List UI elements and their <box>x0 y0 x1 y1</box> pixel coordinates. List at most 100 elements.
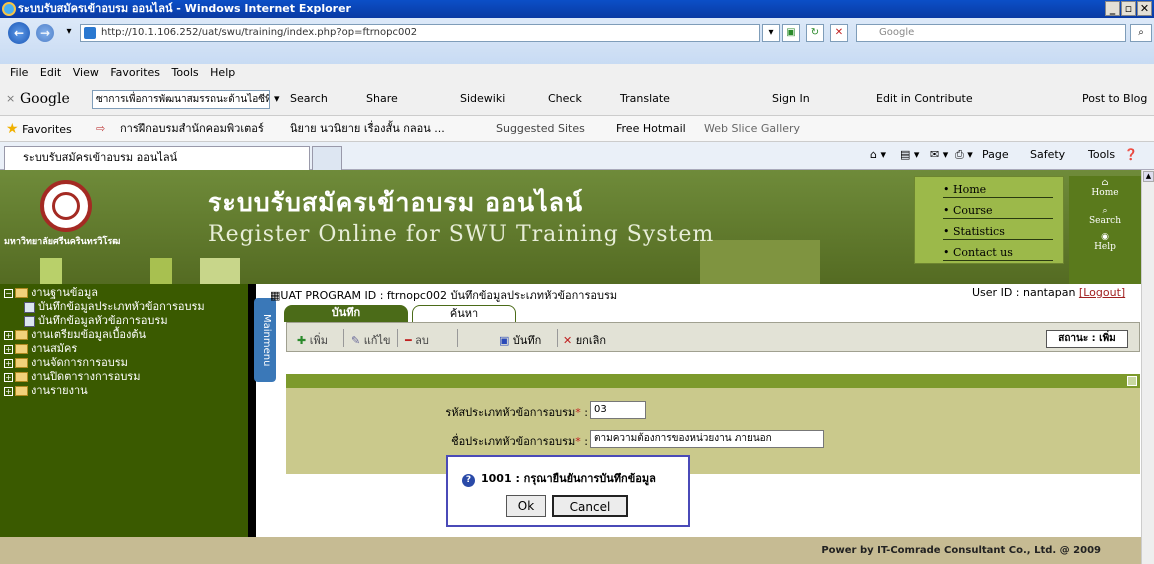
share-button[interactable]: Share <box>366 92 398 105</box>
tree-item-topic[interactable]: บันทึกข้อมูลหัวข้อการอบรม <box>24 314 168 327</box>
menu-file[interactable]: File <box>10 66 28 79</box>
record-toolbar: ✚ เพิ่ม ✎ แก้ไข ━ ลบ ▣ บันทึก ✕ ยกเลิก <box>286 322 1140 352</box>
nav-contact[interactable]: Contact us <box>943 246 1053 261</box>
restore-button[interactable]: ▫ <box>1121 1 1136 16</box>
translate-button[interactable]: Translate <box>620 92 670 105</box>
expand-icon[interactable]: + <box>4 386 13 396</box>
delete-button[interactable]: ━ ลบ <box>405 331 429 349</box>
menu-bar: File Edit View Favorites Tools Help <box>0 64 1154 82</box>
home-link[interactable]: ⌂ Home <box>1079 178 1131 198</box>
history-dropdown-icon[interactable]: ▾ <box>60 24 78 42</box>
dialog-cancel-button[interactable]: Cancel <box>552 495 628 517</box>
pencil-icon: ✎ <box>351 334 361 347</box>
forward-button[interactable]: → <box>36 24 54 42</box>
header-decoration <box>700 240 820 284</box>
google-search-dropdown-icon[interactable]: ▾ <box>274 92 280 105</box>
menu-edit[interactable]: Edit <box>40 66 61 79</box>
google-search-input[interactable]: ซาการเพื่อการพัฒนาสมรรถนะด้านไอซีที ครั้… <box>92 90 270 109</box>
tree-item-report[interactable]: + งานรายงาน <box>4 384 88 397</box>
program-header: ▦UAT PROGRAM ID : ftrnopc002 บันทึกข้อมู… <box>270 289 618 302</box>
fav-link-4[interactable]: Free Hotmail <box>616 116 686 142</box>
help-circle-icon: ◉ <box>1101 232 1109 242</box>
expand-icon[interactable]: + <box>4 372 13 382</box>
post-to-blog-button[interactable]: Post to Blog <box>1082 92 1147 105</box>
collapse-panel-icon[interactable] <box>1127 376 1137 386</box>
scroll-up-icon[interactable]: ▲ <box>1143 171 1154 182</box>
expand-icon[interactable]: + <box>4 330 13 340</box>
stop-icon[interactable]: ✕ <box>830 24 848 42</box>
folder-icon <box>15 386 28 396</box>
plus-icon: ✚ <box>297 334 307 347</box>
tools-menu[interactable]: Tools <box>1088 148 1115 161</box>
url-field[interactable]: http://10.1.106.252/uat/swu/training/ind… <box>80 24 760 42</box>
tree-item-database[interactable]: − งานฐานข้อมูล <box>4 286 98 299</box>
search-link[interactable]: ⌕ Search <box>1079 206 1131 226</box>
folder-icon <box>15 372 28 382</box>
collapse-icon[interactable]: − <box>4 288 13 298</box>
save-button[interactable]: ▣ บันทึก <box>499 331 541 349</box>
check-button[interactable]: Check <box>548 92 582 105</box>
status-indicator: สถานะ : เพิ่ม <box>1046 330 1128 348</box>
close-button[interactable]: ✕ <box>1137 1 1152 16</box>
close-toolbar-icon[interactable]: × <box>6 92 15 105</box>
fav-link-5[interactable]: Web Slice Gallery <box>704 116 800 142</box>
safety-menu[interactable]: Safety <box>1030 148 1065 161</box>
tree-item-close[interactable]: + งานปิดตารางการอบรม <box>4 370 140 383</box>
tab-save[interactable]: บันทึก <box>284 305 408 322</box>
url-dropdown-icon[interactable]: ▾ <box>762 24 780 42</box>
dialog-ok-button[interactable]: Ok <box>506 495 546 517</box>
fav-link-3[interactable]: Suggested Sites <box>496 116 585 142</box>
search-input[interactable]: Google <box>856 24 1126 42</box>
feeds-icon[interactable]: ▤ ▾ <box>900 148 919 161</box>
tab-search[interactable]: ค้นหา <box>412 305 516 322</box>
confirm-dialog: ? 1001 : กรุณายืนยันการบันทึกข้อมูล Ok Ca… <box>446 455 690 527</box>
nav-home[interactable]: Home <box>943 183 1053 198</box>
nav-statistics[interactable]: Statistics <box>943 225 1053 240</box>
print-icon[interactable]: ⎙ ▾ <box>955 148 973 162</box>
new-tab-button[interactable] <box>312 146 342 170</box>
home-icon[interactable]: ⌂ ▾ <box>870 148 886 161</box>
menu-help[interactable]: Help <box>210 66 235 79</box>
sign-in-button[interactable]: Sign In <box>772 92 810 105</box>
expand-icon[interactable]: + <box>4 344 13 354</box>
fav-link-2[interactable]: นิยาย นวนิยาย เรื่องสั้น กลอน ... <box>290 116 445 142</box>
edit-in-contribute-button[interactable]: Edit in Contribute <box>876 92 973 105</box>
menu-view[interactable]: View <box>73 66 99 79</box>
add-button[interactable]: ✚ เพิ่ม <box>297 331 328 349</box>
edit-button[interactable]: ✎ แก้ไข <box>351 331 391 349</box>
tree-item-topic-type[interactable]: บันทึกข้อมูลประเภทหัวข้อการอบรม <box>24 300 205 313</box>
browser-tab-active[interactable]: ระบบรับสมัครเข้าอบรม ออนไลน์ <box>4 146 310 170</box>
compatibility-icon[interactable]: ▣ <box>782 24 800 42</box>
refresh-icon[interactable]: ↻ <box>806 24 824 42</box>
search-icon[interactable]: ⌕ <box>1130 24 1152 42</box>
university-logo <box>40 180 92 232</box>
help-link[interactable]: ◉ Help <box>1079 232 1131 252</box>
code-field[interactable]: 03 <box>590 401 646 419</box>
minimize-button[interactable]: _ <box>1105 1 1120 16</box>
tree-item-apply[interactable]: + งานสมัคร <box>4 342 77 355</box>
sidewiki-button[interactable]: Sidewiki <box>460 92 505 105</box>
nav-course[interactable]: Course <box>943 204 1053 219</box>
page-menu[interactable]: Page <box>982 148 1009 161</box>
add-favorite-icon[interactable]: ⇨ <box>96 116 105 142</box>
expand-icon[interactable]: + <box>4 358 13 368</box>
tree-item-manage[interactable]: + งานจัดการการอบรม <box>4 356 128 369</box>
menu-tools[interactable]: Tools <box>172 66 199 79</box>
back-button[interactable]: ← <box>8 22 30 44</box>
window-title: ระบบรับสมัครเข้าอบรม ออนไลน์ - Windows I… <box>18 2 351 15</box>
mail-icon[interactable]: ✉ ▾ <box>930 148 948 161</box>
fav-link-1[interactable]: การฝึกอบรมสำนักคอมพิวเตอร์ <box>120 116 264 142</box>
folder-open-icon <box>15 288 28 298</box>
help-icon[interactable]: ❓ <box>1124 148 1138 161</box>
favorites-button[interactable]: ★ Favorites <box>6 116 72 143</box>
folder-icon <box>15 344 28 354</box>
logout-link[interactable]: [Logout] <box>1079 286 1125 299</box>
cancel-button[interactable]: ✕ ยกเลิก <box>563 331 606 349</box>
page-scrollbar[interactable]: ▲ <box>1141 170 1154 564</box>
google-search-button[interactable]: Search <box>290 92 328 105</box>
name-field[interactable]: ตามความต้องการของหน่วยงาน ภายนอก <box>590 430 824 448</box>
tree-item-prepare[interactable]: + งานเตรียมข้อมูลเบื้องต้น <box>4 328 146 341</box>
menu-favorites[interactable]: Favorites <box>110 66 160 79</box>
mainmenu-toggle-tab[interactable]: Mainmenu <box>254 298 276 382</box>
header-nav: Home Course Statistics Contact us <box>914 176 1064 264</box>
